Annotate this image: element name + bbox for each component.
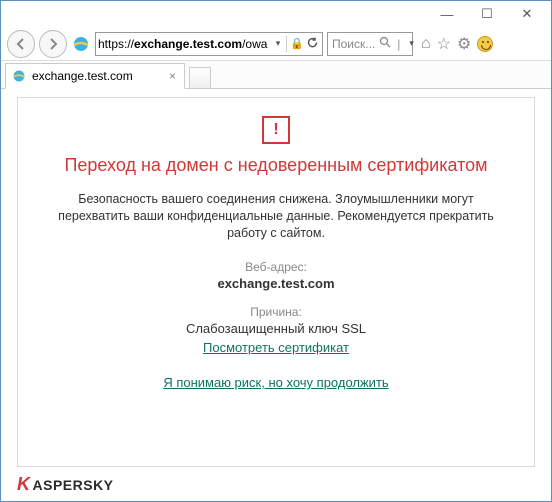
favorites-icon[interactable]: ☆ [437, 34, 451, 54]
browser-tab[interactable]: exchange.test.com × [5, 63, 185, 89]
kaspersky-brand: KASPERSKY [17, 474, 114, 495]
refresh-icon[interactable] [306, 36, 319, 52]
window-titlebar: — ☐ ✕ [1, 1, 551, 27]
arrow-left-icon [14, 37, 28, 51]
arrow-right-icon [46, 37, 60, 51]
browser-toolbar: https://exchange.test.com/owa ▾ 🔒 Поиск.… [1, 27, 551, 61]
nav-back-button[interactable] [7, 30, 35, 58]
new-tab-button[interactable] [189, 67, 211, 89]
url-scheme: https:// [98, 37, 134, 51]
brand-rest: ASPERSKY [33, 477, 114, 493]
search-icon[interactable] [379, 36, 391, 51]
window-close-button[interactable]: ✕ [507, 3, 547, 25]
address-value: exchange.test.com [217, 276, 334, 291]
brand-k: K [17, 474, 31, 495]
warning-panel: ! Переход на домен с недоверенным сертиф… [17, 97, 535, 467]
search-separator: | [395, 37, 402, 51]
search-dropdown-icon[interactable]: ▾ [406, 38, 417, 49]
address-bar[interactable]: https://exchange.test.com/owa ▾ 🔒 [95, 32, 323, 56]
home-icon[interactable]: ⌂ [421, 35, 431, 53]
warning-description: Безопасность вашего соединения снижена. … [48, 191, 504, 242]
proceed-link[interactable]: Я понимаю риск, но хочу продолжить [163, 375, 388, 390]
gear-icon[interactable]: ⚙ [457, 34, 471, 54]
ie-logo-icon [71, 34, 91, 54]
window-maximize-button[interactable]: ☐ [467, 3, 507, 25]
address-text: https://exchange.test.com/owa [96, 37, 273, 51]
window-minimize-button[interactable]: — [427, 3, 467, 25]
search-box[interactable]: Поиск... | ▾ [327, 32, 413, 56]
address-label: Веб-адрес: [245, 260, 307, 274]
reason-label: Причина: [250, 305, 302, 319]
url-host: exchange.test.com [134, 37, 242, 51]
warning-heading: Переход на домен с недоверенным сертифик… [64, 154, 487, 177]
tab-title: exchange.test.com [32, 69, 161, 83]
address-divider [286, 36, 287, 52]
tab-strip: exchange.test.com × [1, 61, 551, 89]
address-dropdown-icon[interactable]: ▾ [273, 38, 284, 49]
warning-icon: ! [262, 116, 290, 144]
tab-favicon-icon [12, 69, 26, 83]
nav-forward-button[interactable] [39, 30, 67, 58]
tab-close-button[interactable]: × [167, 69, 178, 83]
view-certificate-link[interactable]: Посмотреть сертификат [203, 340, 349, 355]
lock-icon[interactable]: 🔒 [290, 37, 304, 50]
search-placeholder: Поиск... [332, 37, 375, 51]
toolbar-right-icons: ⌂ ☆ ⚙ [421, 34, 493, 54]
smiley-icon[interactable] [477, 36, 493, 52]
reason-value: Слабозащищенный ключ SSL [186, 321, 366, 336]
page-content: ! Переход на домен с недоверенным сертиф… [1, 91, 551, 501]
url-path: /owa [242, 37, 267, 51]
